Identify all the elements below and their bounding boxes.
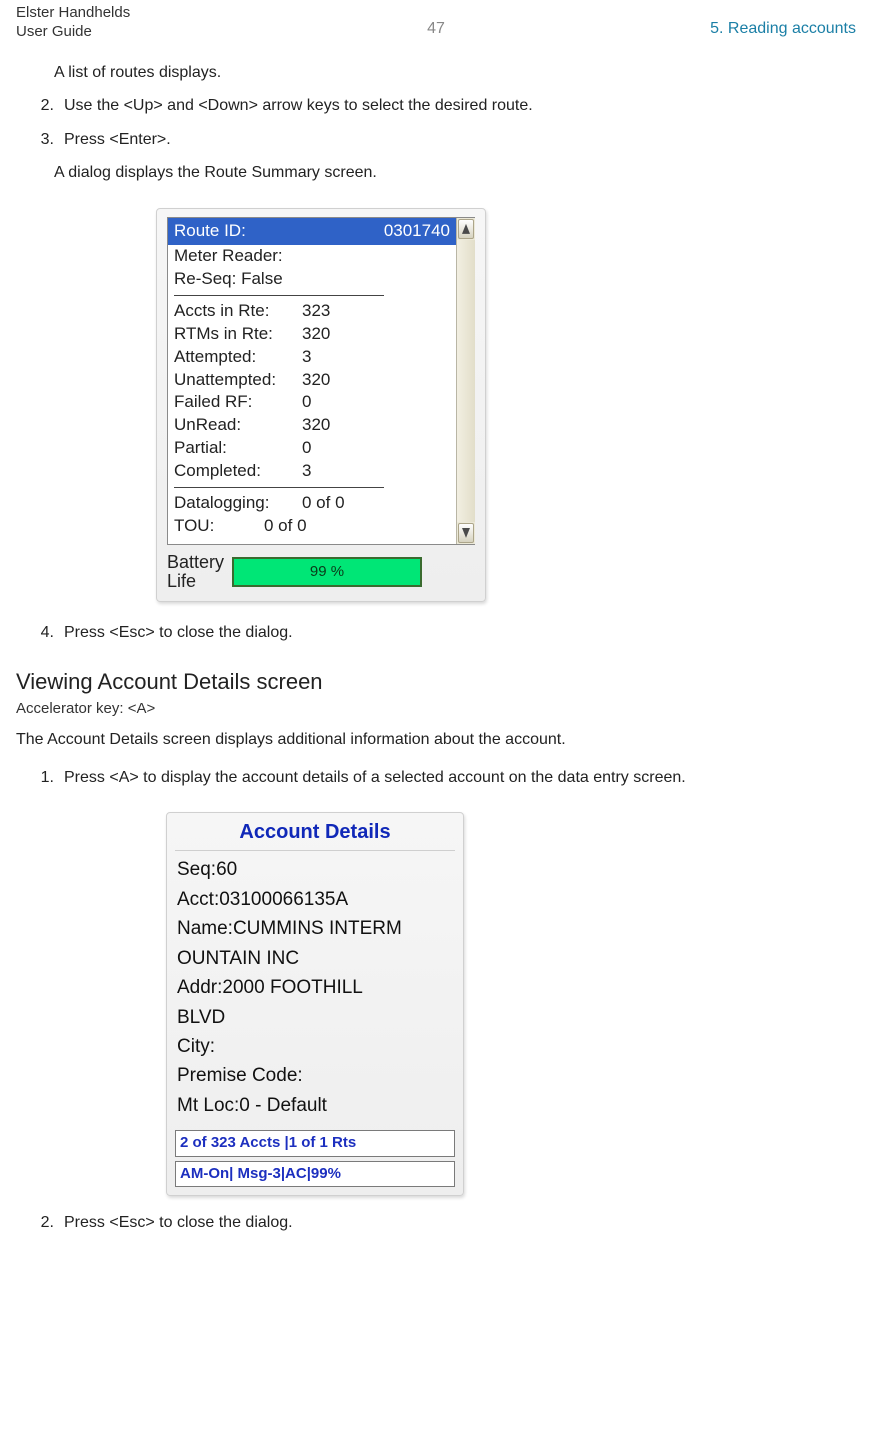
step-number: 2. xyxy=(36,1212,54,1234)
detail-line: City: xyxy=(177,1032,453,1061)
section-description: The Account Details screen displays addi… xyxy=(16,729,856,751)
step-text: Use the <Up> and <Down> arrow keys to se… xyxy=(64,95,856,117)
status-bar-counts: 2 of 323 Accts |1 of 1 Rts xyxy=(175,1130,455,1156)
accelerator-note: Accelerator key: <A> xyxy=(16,699,856,719)
chapter-link[interactable]: 5. Reading accounts xyxy=(710,4,856,40)
list-row[interactable]: Re-Seq: False xyxy=(168,268,456,291)
step-2-close: 2. Press <Esc> to close the dialog. xyxy=(16,1206,856,1240)
scroll-up-button[interactable] xyxy=(458,219,474,239)
step-number: 1. xyxy=(36,767,54,789)
scrollbar[interactable] xyxy=(456,218,475,544)
list-row[interactable]: Meter Reader: xyxy=(168,245,456,268)
step-4: 4. Press <Esc> to close the dialog. xyxy=(16,616,856,650)
detail-line: Name:CUMMINS INTERM xyxy=(177,914,453,943)
step-number: 3. xyxy=(36,129,54,151)
selected-value: 0301740 xyxy=(384,220,450,243)
battery-life-row: Battery Life 99 % xyxy=(167,553,475,591)
step-text: Press <A> to display the account details… xyxy=(64,767,856,789)
step-1: 1. Press <A> to display the account deta… xyxy=(16,761,856,795)
list-row[interactable]: Accts in Rte:323 xyxy=(168,300,456,323)
scroll-track[interactable] xyxy=(457,240,475,522)
detail-line: BLVD xyxy=(177,1003,453,1032)
step-3: 3. Press <Enter>. xyxy=(16,123,856,157)
detail-line: Addr:2000 FOOTHILL xyxy=(177,973,453,1002)
scroll-down-button[interactable] xyxy=(458,523,474,543)
battery-label: Battery Life xyxy=(167,553,224,591)
divider xyxy=(174,487,384,488)
step-text: Press <Enter>. xyxy=(64,129,856,151)
step-number: 2. xyxy=(36,95,54,117)
account-details-panel: Account Details Seq:60 Acct:03100066135A… xyxy=(166,812,464,1195)
intro-paragraph: A list of routes displays. xyxy=(16,56,856,90)
route-summary-panel: Route ID: 0301740 Meter Reader: Re-Seq: … xyxy=(156,208,486,602)
page-header: Elster Handhelds User Guide 47 5. Readin… xyxy=(16,4,856,42)
detail-line: Mt Loc:0 - Default xyxy=(177,1091,453,1120)
list-row[interactable]: Failed RF:0 xyxy=(168,391,456,414)
result-paragraph: A dialog displays the Route Summary scre… xyxy=(16,156,856,190)
list-row[interactable]: Attempted:3 xyxy=(168,346,456,369)
section-heading: Viewing Account Details screen xyxy=(16,667,856,697)
list-row[interactable]: TOU:0 of 0 xyxy=(168,515,456,538)
detail-line: OUNTAIN INC xyxy=(177,944,453,973)
list-row[interactable]: UnRead:320 xyxy=(168,414,456,437)
step-text: Press <Esc> to close the dialog. xyxy=(64,1212,856,1234)
list-row[interactable]: Partial:0 xyxy=(168,437,456,460)
detail-line: Acct:03100066135A xyxy=(177,885,453,914)
selected-label: Route ID: xyxy=(174,220,246,243)
step-text: Press <Esc> to close the dialog. xyxy=(64,622,856,644)
status-bar-flags: AM-On| Msg-3|AC|99% xyxy=(175,1161,455,1187)
brand-line-1: Elster Handhelds xyxy=(16,4,130,23)
account-details-title: Account Details xyxy=(175,819,455,851)
detail-line: Seq:60 xyxy=(177,855,453,884)
list-row[interactable]: Unattempted:320 xyxy=(168,369,456,392)
battery-meter: 99 % xyxy=(232,557,422,587)
step-number: 4. xyxy=(36,622,54,644)
account-details-figure: Account Details Seq:60 Acct:03100066135A… xyxy=(166,812,856,1195)
list-row[interactable]: RTMs in Rte:320 xyxy=(168,323,456,346)
route-summary-listbox[interactable]: Route ID: 0301740 Meter Reader: Re-Seq: … xyxy=(167,217,475,545)
step-2: 2. Use the <Up> and <Down> arrow keys to… xyxy=(16,89,856,123)
account-details-body: Seq:60 Acct:03100066135A Name:CUMMINS IN… xyxy=(175,851,455,1126)
detail-line: Premise Code: xyxy=(177,1061,453,1090)
list-row[interactable]: Completed:3 xyxy=(168,460,456,483)
selected-row[interactable]: Route ID: 0301740 xyxy=(168,218,456,245)
list-row[interactable]: Datalogging:0 of 0 xyxy=(168,492,456,515)
brand-line-2: User Guide xyxy=(16,23,130,42)
divider xyxy=(174,295,384,296)
route-summary-figure: Route ID: 0301740 Meter Reader: Re-Seq: … xyxy=(156,208,856,602)
